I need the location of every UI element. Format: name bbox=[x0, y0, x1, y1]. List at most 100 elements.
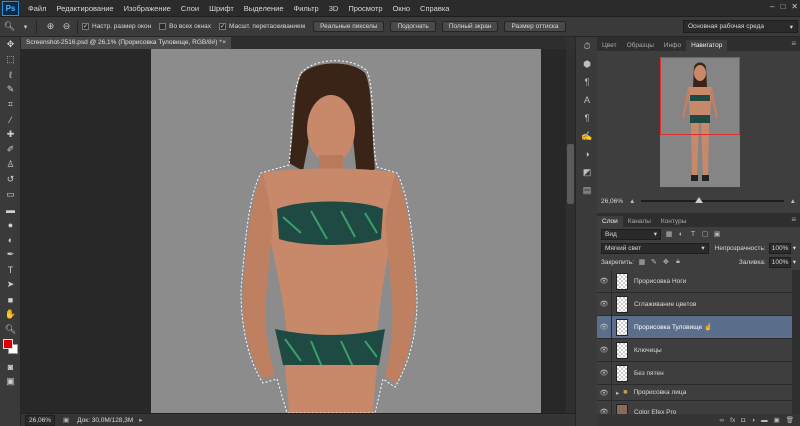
layer-filter-select[interactable]: Вид ▾ bbox=[601, 228, 661, 240]
mask-icon[interactable]: ◘ bbox=[741, 417, 745, 424]
menu-3d[interactable]: 3D bbox=[324, 4, 344, 13]
eye-icon[interactable]: 👁︎ bbox=[597, 389, 611, 397]
tab-info[interactable]: Инфо bbox=[659, 40, 686, 51]
close-window-button[interactable]: ✕ bbox=[791, 2, 798, 11]
tab-navigator[interactable]: Навигатор bbox=[686, 40, 728, 51]
eyedropper-tool-icon[interactable]: ⁄ bbox=[0, 112, 21, 127]
brush-preset-icon[interactable]: ✍ bbox=[576, 127, 598, 145]
menu-edit[interactable]: Редактирование bbox=[51, 4, 118, 13]
hand-tool-icon[interactable]: ✋ bbox=[0, 307, 21, 322]
slider-knob[interactable] bbox=[695, 197, 704, 203]
workspace-select[interactable]: Основная рабочая среда ▾ bbox=[683, 20, 798, 33]
character-icon[interactable]: A bbox=[576, 91, 598, 109]
chevron-down-icon[interactable]: ▾ bbox=[793, 244, 796, 252]
styles-icon[interactable]: ◩ bbox=[576, 163, 598, 181]
zoom-in-large-icon[interactable]: ▲ bbox=[790, 198, 796, 205]
document-tab[interactable]: Screenshot-2516.psd @ 26,1% (Прорисовка … bbox=[21, 37, 231, 49]
scrubby-zoom-option[interactable]: ✓ Масшт. перетаскиванием bbox=[218, 23, 305, 30]
fill-field[interactable]: 100% bbox=[768, 256, 791, 268]
all-windows-option[interactable]: Во всех окнах bbox=[159, 23, 211, 30]
menu-select[interactable]: Выделение bbox=[239, 4, 289, 13]
eye-icon[interactable]: 👁︎ bbox=[597, 369, 611, 377]
navigator-zoom-slider[interactable] bbox=[641, 197, 784, 203]
panel-menu-icon[interactable]: ≡ bbox=[791, 215, 796, 224]
layer-row[interactable]: 👁︎ Без пятен bbox=[597, 362, 792, 385]
properties-icon[interactable]: ▤ bbox=[576, 181, 598, 199]
zoom-out-icon[interactable]: ⊖ bbox=[60, 20, 73, 33]
panel-menu-icon[interactable]: ≡ bbox=[791, 39, 796, 48]
actual-pixels-button[interactable]: Реальные пикселы bbox=[313, 21, 385, 32]
resize-windows-option[interactable]: ✓ Настр. размер окон bbox=[82, 23, 151, 30]
screen-mode-icon[interactable]: ▣ bbox=[0, 374, 21, 389]
gradient-tool-icon[interactable]: ▬ bbox=[0, 202, 21, 217]
brush-tool-icon[interactable]: ✐ bbox=[0, 142, 21, 157]
tab-paths[interactable]: Контуры bbox=[656, 216, 692, 227]
tab-color[interactable]: Цвет bbox=[597, 40, 622, 51]
chevron-down-icon[interactable]: ▾ bbox=[19, 20, 32, 33]
layer-group-row[interactable]: 👁︎ ▸ ■ Прорисовка лица bbox=[597, 385, 792, 401]
lock-all-icon[interactable]: 🔒︎ bbox=[674, 258, 682, 266]
pen-tool-icon[interactable]: ✒ bbox=[0, 247, 21, 262]
canvas-area[interactable] bbox=[21, 49, 566, 413]
marquee-tool-icon[interactable]: ⬚ bbox=[0, 52, 21, 67]
chevron-right-icon[interactable]: ▸ bbox=[139, 416, 142, 424]
zoom-tool-icon[interactable]: 🔍︎ bbox=[0, 322, 21, 337]
layer-row[interactable]: 👁︎ Ключицы bbox=[597, 339, 792, 362]
canvas-vertical-scrollbar[interactable] bbox=[566, 49, 575, 413]
dodge-tool-icon[interactable]: ◐ bbox=[0, 232, 21, 247]
clone-stamp-tool-icon[interactable]: ♙ bbox=[0, 157, 21, 172]
menu-window[interactable]: Окно bbox=[388, 4, 415, 13]
fit-screen-button[interactable]: Подогнать bbox=[390, 21, 436, 32]
menu-type[interactable]: Шрифт bbox=[204, 4, 239, 13]
minimize-button[interactable]: – bbox=[770, 2, 774, 11]
checkbox-unchecked-icon[interactable] bbox=[159, 23, 167, 30]
3d-icon[interactable]: ⬢ bbox=[576, 55, 598, 73]
lock-position-icon[interactable]: ✥ bbox=[662, 258, 670, 266]
eraser-tool-icon[interactable]: ▭ bbox=[0, 187, 21, 202]
link-icon[interactable]: ∞ bbox=[720, 417, 725, 424]
menu-help[interactable]: Справка bbox=[415, 4, 454, 13]
new-layer-icon[interactable]: ▣ bbox=[774, 416, 780, 424]
menu-image[interactable]: Изображение bbox=[119, 4, 176, 13]
lock-image-icon[interactable]: ✎ bbox=[650, 258, 658, 266]
close-tab-button[interactable]: × bbox=[222, 39, 226, 47]
layer-row-selected[interactable]: 👁︎ Прорисовка Туловище ☝ bbox=[597, 316, 792, 339]
menu-layers[interactable]: Слои bbox=[176, 4, 204, 13]
trash-icon[interactable]: 🗑︎ bbox=[786, 416, 794, 424]
type-tool-icon[interactable]: T bbox=[0, 262, 21, 277]
menu-filter[interactable]: Фильтр bbox=[289, 4, 324, 13]
chevron-right-icon[interactable]: ▸ bbox=[616, 389, 619, 397]
tab-layers[interactable]: Слои bbox=[597, 216, 623, 227]
foreground-color-swatch[interactable] bbox=[3, 339, 13, 349]
history-icon[interactable]: ⏱ bbox=[576, 37, 598, 55]
layer-row[interactable]: 👁︎ Прорисовка Ноги bbox=[597, 270, 792, 293]
tab-swatches[interactable]: Образцы bbox=[622, 40, 659, 51]
chevron-down-icon[interactable]: ▾ bbox=[793, 258, 796, 266]
history-brush-tool-icon[interactable]: ↺ bbox=[0, 172, 21, 187]
crop-tool-icon[interactable]: ⌗ bbox=[0, 97, 21, 112]
new-group-icon[interactable]: ▬ bbox=[761, 417, 768, 424]
lock-transparent-icon[interactable]: ▦ bbox=[638, 258, 646, 266]
tab-channels[interactable]: Каналы bbox=[623, 216, 656, 227]
zoom-level-field[interactable]: 26,06% bbox=[25, 414, 55, 426]
quick-select-tool-icon[interactable]: ✎ bbox=[0, 82, 21, 97]
healing-brush-tool-icon[interactable]: ✚ bbox=[0, 127, 21, 142]
fx-icon[interactable]: fx bbox=[730, 417, 735, 424]
document-canvas[interactable] bbox=[151, 49, 541, 413]
menu-file[interactable]: Файл bbox=[23, 4, 51, 13]
paragraph-styles-icon[interactable]: ¶ bbox=[576, 109, 598, 127]
camera-icon[interactable]: ▣ bbox=[63, 416, 69, 424]
adjustments-icon[interactable]: ◑ bbox=[576, 145, 598, 163]
checkbox-checked-icon[interactable]: ✓ bbox=[218, 23, 226, 30]
lasso-tool-icon[interactable]: ℓ bbox=[0, 67, 21, 82]
opacity-field[interactable]: 100% bbox=[768, 242, 791, 254]
path-select-tool-icon[interactable]: ➤ bbox=[0, 277, 21, 292]
eye-icon[interactable]: 👁︎ bbox=[597, 323, 611, 331]
filter-smart-icon[interactable]: ▣ bbox=[713, 230, 721, 238]
filter-adjustment-icon[interactable]: ◐ bbox=[677, 230, 685, 238]
blur-tool-icon[interactable]: ● bbox=[0, 217, 21, 232]
quick-mask-icon[interactable]: ◙ bbox=[0, 359, 21, 374]
navigator-preview[interactable] bbox=[597, 51, 800, 193]
filter-shape-icon[interactable]: ▢ bbox=[701, 230, 709, 238]
menu-view[interactable]: Просмотр bbox=[343, 4, 387, 13]
